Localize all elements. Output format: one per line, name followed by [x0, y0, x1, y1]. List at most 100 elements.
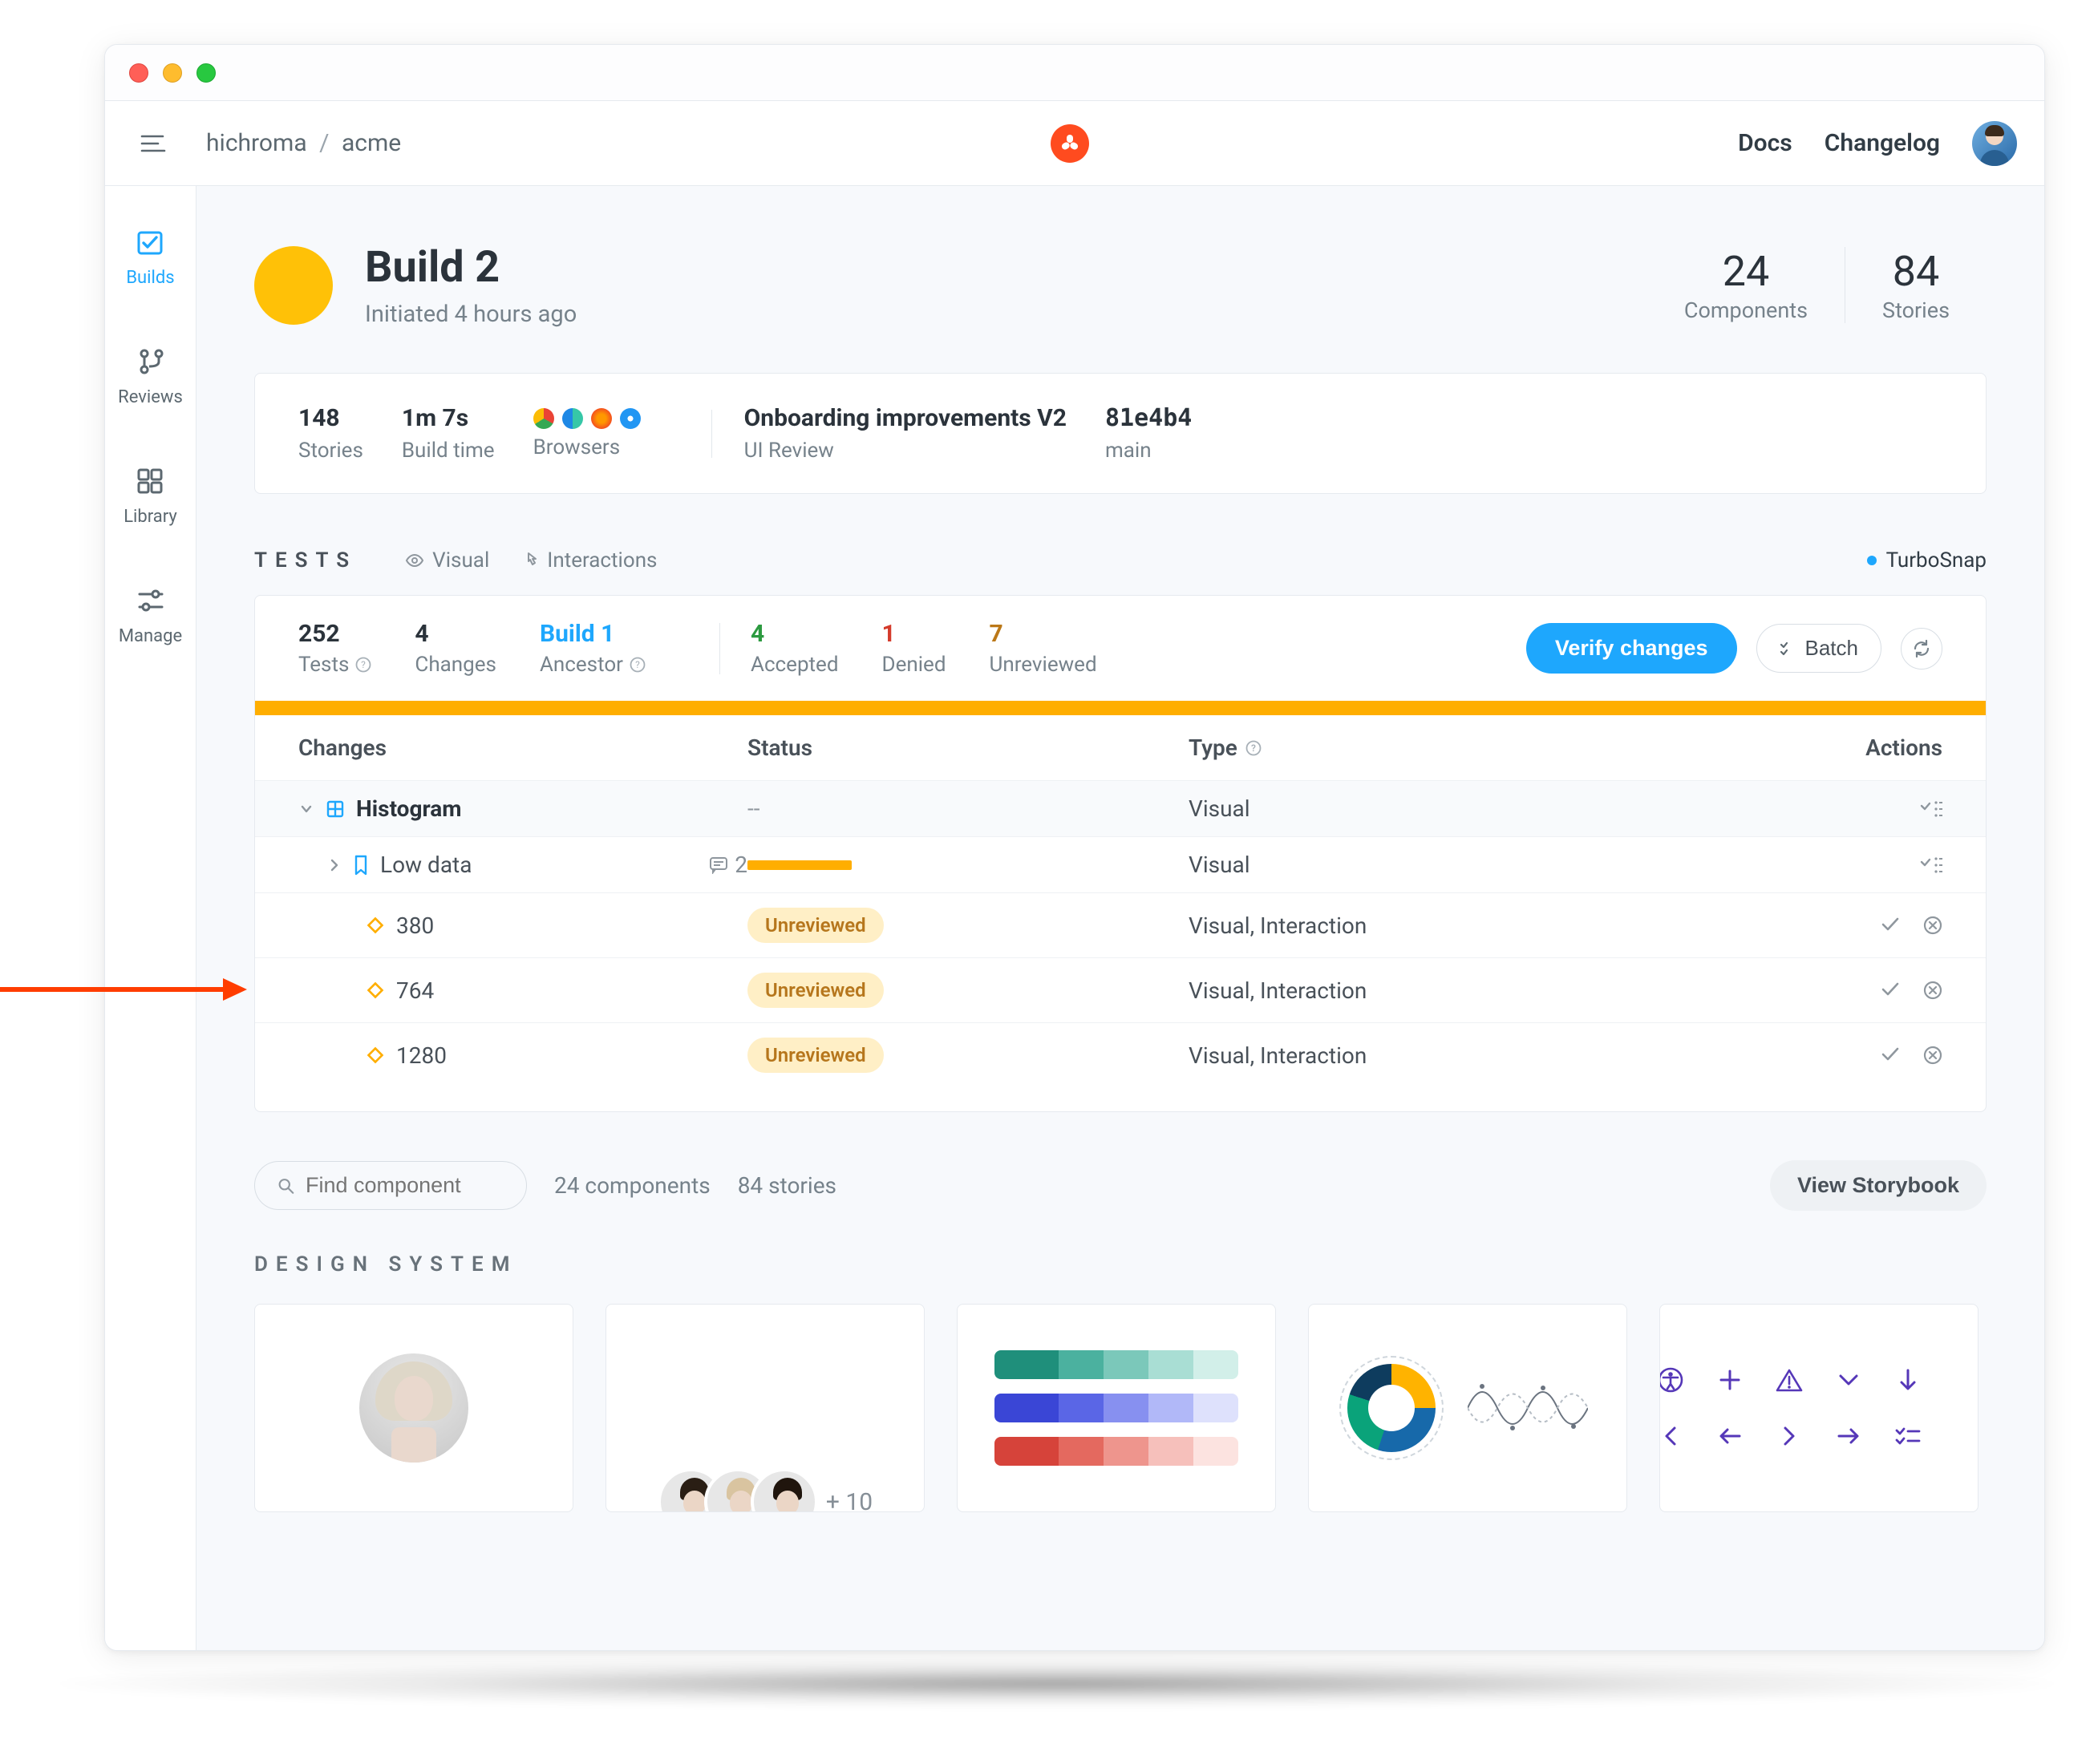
tests-title: TESTS	[254, 548, 357, 572]
sidebar-item-library[interactable]: Library	[124, 465, 177, 527]
info-pr[interactable]: Onboarding improvements V2 UI Review	[744, 404, 1105, 463]
deny-icon[interactable]	[1923, 916, 1942, 935]
build-subtitle: Initiated 4 hours ago	[365, 301, 577, 328]
sidebar-item-manage[interactable]: Manage	[119, 585, 182, 646]
build-status-icon	[254, 246, 333, 325]
summary-accepted: 4 Accepted	[751, 620, 882, 677]
find-component-input[interactable]	[254, 1161, 527, 1210]
comment-count[interactable]: 2	[709, 852, 747, 878]
breadcrumb-org[interactable]: hichroma	[206, 129, 307, 157]
refresh-button[interactable]	[1901, 628, 1942, 670]
build-title: Build 2	[365, 242, 577, 293]
component-card[interactable]	[254, 1304, 573, 1512]
mode-icon	[366, 981, 385, 1000]
comment-icon	[709, 856, 728, 874]
gallery-components-count: 24 components	[554, 1172, 711, 1199]
sidebar-item-label: Library	[124, 507, 177, 527]
summary-denied: 1 Denied	[882, 620, 990, 677]
app-window: hichroma / acme Docs Changelog	[104, 44, 2045, 1651]
svg-text:?: ?	[635, 659, 640, 670]
accessibility-icon	[1659, 1362, 1688, 1398]
chevron-down-icon	[1831, 1362, 1866, 1398]
sidebar-item-label: Manage	[119, 626, 182, 646]
chevron-right-icon	[1772, 1418, 1807, 1454]
window-zoom-icon[interactable]	[196, 63, 216, 83]
svg-text:?: ?	[362, 659, 367, 670]
table-row[interactable]: 380 Unreviewed Visual, Interaction	[255, 892, 1986, 957]
sidebar-item-label: Builds	[126, 268, 174, 288]
window-minimize-icon[interactable]	[163, 63, 182, 83]
safari-icon	[620, 408, 641, 429]
progress-indicator	[747, 860, 852, 870]
accept-icon[interactable]	[1880, 1046, 1901, 1063]
manage-icon	[135, 585, 167, 617]
sidebar-item-reviews[interactable]: Reviews	[118, 346, 183, 407]
batch-action-icon[interactable]	[1920, 799, 1942, 819]
verify-changes-button[interactable]: Verify changes	[1526, 623, 1737, 674]
table-row[interactable]: Histogram -- Visual	[255, 780, 1986, 836]
firefox-icon	[591, 408, 612, 429]
nav-changelog[interactable]: Changelog	[1825, 129, 1940, 157]
changes-table-header: Changes Status Type ? Actions	[255, 715, 1986, 780]
batch-action-icon[interactable]	[1920, 856, 1942, 875]
table-row[interactable]: 764 Unreviewed Visual, Interaction	[255, 957, 1986, 1022]
user-avatar[interactable]	[1972, 121, 2017, 166]
component-card[interactable]	[1659, 1304, 1979, 1512]
table-row[interactable]: 1280 Unreviewed Visual, Interaction	[255, 1022, 1986, 1087]
eye-icon	[405, 551, 424, 570]
nav-docs[interactable]: Docs	[1738, 129, 1792, 157]
chevron-right-icon[interactable]	[327, 857, 342, 873]
builds-icon	[134, 226, 166, 258]
status-badge: Unreviewed	[747, 908, 884, 943]
breadcrumb-project[interactable]: acme	[342, 129, 401, 157]
decorative-shadow	[56, 1660, 2058, 1708]
app-logo-icon[interactable]	[1051, 124, 1089, 163]
help-icon[interactable]: ?	[1245, 740, 1262, 756]
alert-icon	[1772, 1362, 1807, 1398]
accept-icon[interactable]	[1880, 981, 1901, 998]
info-commit[interactable]: 81e4b4 main	[1105, 404, 1230, 463]
gallery-bar: 24 components 84 stories View Storybook	[254, 1160, 1987, 1211]
build-info-card: 148 Stories 1m 7s Build time	[254, 373, 1987, 494]
top-bar: hichroma / acme Docs Changelog	[105, 101, 2044, 186]
checklist-icon	[1890, 1418, 1926, 1454]
build-header: Build 2 Initiated 4 hours ago 24 Compone…	[254, 186, 1987, 373]
tests-tab-visual[interactable]: Visual	[405, 548, 489, 572]
deny-icon[interactable]	[1923, 1046, 1942, 1065]
edge-icon	[562, 408, 583, 429]
info-buildtime: 1m 7s Build time	[402, 404, 533, 463]
window-close-icon[interactable]	[129, 63, 148, 83]
pointer-icon	[521, 551, 539, 570]
breadcrumb[interactable]: hichroma / acme	[206, 129, 401, 157]
help-icon[interactable]: ?	[630, 657, 646, 673]
chevron-left-icon	[1659, 1418, 1688, 1454]
story-icon	[353, 855, 369, 876]
mode-icon	[366, 1046, 385, 1065]
gallery-stories-count: 84 stories	[738, 1172, 836, 1199]
search-icon	[277, 1176, 294, 1196]
component-icon	[326, 799, 345, 819]
accept-icon[interactable]	[1880, 916, 1901, 933]
chevron-down-icon[interactable]	[298, 801, 314, 817]
arrow-left-icon	[1712, 1418, 1748, 1454]
component-card[interactable]: + 10	[606, 1304, 925, 1512]
summary-ancestor[interactable]: Build 1 Ancestor ?	[540, 620, 689, 677]
component-cards: + 10	[254, 1304, 1987, 1512]
table-row[interactable]: Low data 2 Visual	[255, 836, 1986, 892]
help-icon[interactable]: ?	[355, 657, 371, 673]
component-card[interactable]	[957, 1304, 1276, 1512]
mode-icon	[366, 916, 385, 935]
tests-tab-interactions[interactable]: Interactions	[521, 548, 657, 572]
turbosnap-indicator[interactable]: TurboSnap	[1867, 548, 1987, 572]
sidebar-item-builds[interactable]: Builds	[126, 226, 174, 288]
info-stories: 148 Stories	[298, 404, 402, 463]
batch-button[interactable]: Batch	[1756, 624, 1882, 673]
view-storybook-button[interactable]: View Storybook	[1770, 1160, 1987, 1211]
arrow-down-icon	[1890, 1362, 1926, 1398]
component-card[interactable]	[1308, 1304, 1627, 1512]
summary-tests: 252 Tests ?	[298, 620, 415, 677]
tests-card: 252 Tests ? 4 Changes Build 1	[254, 595, 1987, 1112]
menu-button[interactable]	[124, 126, 182, 161]
progress-bar	[255, 701, 1986, 715]
deny-icon[interactable]	[1923, 981, 1942, 1000]
